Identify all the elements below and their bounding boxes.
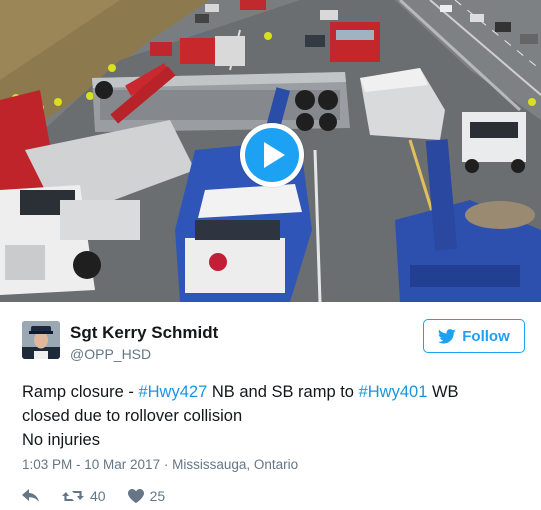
avatar-image [22,321,60,359]
follow-label: Follow [462,327,510,345]
retweet-icon [62,491,84,501]
tweet-timestamp[interactable]: 1:03 PM - 10 Mar 2017 [22,457,160,472]
tweet-actions: 40 25 [22,486,165,506]
reply-button[interactable] [22,489,40,503]
tweet-text-segment: Ramp closure - [22,383,139,401]
tweet-text-segment: WB [427,383,459,401]
retweet-button[interactable]: 40 [62,488,106,504]
reply-icon [22,489,39,502]
author-name[interactable]: Sgt Kerry Schmidt [70,323,218,343]
meta-separator: · [160,457,173,472]
tweet-video[interactable] [0,0,541,302]
tweet-text-segment: NB and SB ramp to [207,383,359,401]
tweet-line-2: closed due to rollover collision [22,407,243,425]
tweet-meta: 1:03 PM - 10 Mar 2017 · Mississauga, Ont… [22,457,298,472]
tweet-line-1: Ramp closure - #Hwy427 NB and SB ramp to… [22,380,527,404]
hashtag-link[interactable]: #Hwy401 [359,383,428,401]
like-count: 25 [149,488,166,504]
like-button[interactable]: 25 [127,488,166,504]
twitter-bird-icon [438,328,456,343]
author-handle[interactable]: @OPP_HSD [70,346,151,362]
play-button[interactable] [240,123,304,187]
follow-button[interactable]: Follow [423,319,525,353]
retweet-count: 40 [90,488,106,504]
tweet-text: Ramp closure - #Hwy427 NB and SB ramp to… [22,380,527,452]
heart-icon [127,489,144,503]
tweet-location[interactable]: Mississauga, Ontario [172,457,298,472]
tweet-line-3: No injuries [22,431,100,449]
tweet-card: Sgt Kerry Schmidt @OPP_HSD Follow Ramp c… [0,0,541,510]
avatar[interactable] [22,321,60,359]
play-icon [245,128,299,182]
hashtag-link[interactable]: #Hwy427 [138,383,207,401]
